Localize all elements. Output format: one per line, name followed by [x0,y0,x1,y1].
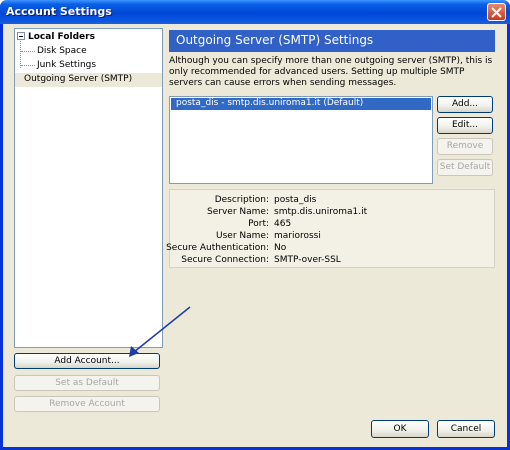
tree-connector [21,65,35,66]
detail-row: User Name: mariorossi [170,231,496,243]
detail-label: Secure Connection: [181,255,269,265]
cancel-button[interactable]: Cancel [437,420,495,438]
panel-header: Outgoing Server (SMTP) Settings [169,30,495,52]
ok-button[interactable]: OK [371,420,429,438]
remove-server-label: Remove [446,141,484,151]
window-title: Account Settings [6,5,112,18]
detail-row: Secure Connection: SMTP-over-SSL [170,255,496,267]
tree-item-outgoing-server[interactable]: Outgoing Server (SMTP) [15,73,162,87]
cancel-label: Cancel [450,424,482,434]
detail-row: Port: 465 [170,219,496,231]
add-account-button[interactable]: Add Account... [14,353,160,369]
remove-server-button[interactable]: Remove [437,138,493,155]
edit-server-label: Edit... [451,120,478,130]
list-item[interactable]: posta_dis - smtp.dis.uniroma1.it (Defaul… [171,98,431,110]
close-icon [491,7,502,18]
detail-label: Server Name: [207,207,269,217]
set-as-default-button[interactable]: Set as Default [14,375,160,391]
title-bar[interactable]: Account Settings [0,0,510,24]
server-details: Description: posta_dis Server Name: smtp… [166,189,496,268]
detail-value: No [274,243,287,253]
collapse-icon[interactable] [17,32,25,40]
set-as-default-label: Set as Default [55,378,119,388]
tree-connector [21,51,35,52]
add-account-label: Add Account... [54,356,120,366]
panel-description: Although you can specify more than one o… [169,56,493,88]
account-tree[interactable]: Local Folders Disk Space Junk Settings O… [14,28,163,348]
detail-label: Secure Authentication: [166,243,269,253]
set-default-server-button[interactable]: Set Default [437,159,493,176]
detail-value: mariorossi [274,231,321,241]
detail-value: smtp.dis.uniroma1.it [274,207,368,217]
remove-account-label: Remove Account [49,399,125,409]
tree-item-label: Local Folders [28,32,95,42]
detail-row: Server Name: smtp.dis.uniroma1.it [170,207,496,219]
tree-item-disk-space[interactable]: Disk Space [37,46,87,56]
close-button[interactable] [487,3,506,21]
tree-connector [20,41,21,68]
edit-server-button[interactable]: Edit... [437,117,493,134]
detail-value: posta_dis [274,195,317,205]
set-default-server-label: Set Default [439,162,491,172]
remove-account-button[interactable]: Remove Account [14,396,160,412]
detail-row: Description: posta_dis [170,195,496,207]
tree-item-local-folders[interactable]: Local Folders [17,32,95,42]
detail-label: Port: [248,219,269,229]
add-server-label: Add... [451,99,478,109]
smtp-server-list[interactable]: posta_dis - smtp.dis.uniroma1.it (Defaul… [169,96,433,184]
detail-row: Secure Authentication: No [166,243,496,255]
detail-label: Description: [214,195,269,205]
dialog-body: Local Folders Disk Space Junk Settings O… [3,24,507,447]
account-settings-window: Account Settings Local Folders Disk Spac… [0,0,510,450]
ok-label: OK [393,424,407,434]
tree-item-junk-settings[interactable]: Junk Settings [37,60,96,70]
detail-value: SMTP-over-SSL [274,255,341,265]
detail-value: 465 [274,219,292,229]
detail-label: User Name: [216,231,269,241]
add-server-button[interactable]: Add... [437,96,493,113]
